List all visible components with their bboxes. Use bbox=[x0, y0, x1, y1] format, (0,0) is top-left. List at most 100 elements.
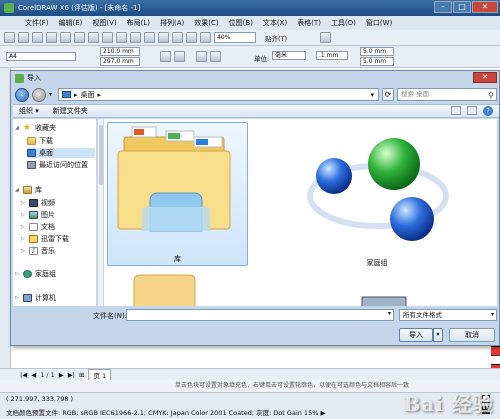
expand-icon[interactable]: ▷ bbox=[21, 212, 26, 218]
refresh-button[interactable]: ⟳ bbox=[382, 88, 394, 101]
duplicate-x-field[interactable]: 5.0 mm bbox=[360, 47, 394, 56]
collapse-icon[interactable]: ◢ bbox=[15, 187, 20, 193]
nudge-distance-field[interactable]: .1 mm bbox=[316, 51, 348, 60]
snap-to-dropdown[interactable]: 贴齐(T) bbox=[265, 33, 287, 43]
maximize-button[interactable]: □ bbox=[453, 1, 471, 13]
menu-tools[interactable]: 工具(O) bbox=[326, 18, 361, 28]
page-tab[interactable]: 页 1 bbox=[88, 368, 112, 381]
open-icon[interactable] bbox=[18, 32, 29, 43]
menu-layout[interactable]: 布局(L) bbox=[122, 18, 155, 28]
undo-icon[interactable] bbox=[102, 32, 113, 43]
import-options-dropdown-icon[interactable]: ▾ bbox=[433, 328, 443, 342]
new-folder-button[interactable]: 新建文件夹 bbox=[53, 106, 88, 116]
close-window-button[interactable]: ✕ bbox=[472, 1, 498, 13]
collapse-icon[interactable]: ◢ bbox=[15, 125, 20, 131]
address-bar[interactable]: ▸ 桌面 ▸ ▾ bbox=[58, 88, 379, 101]
expand-icon[interactable]: ▷ bbox=[21, 200, 26, 206]
expand-icon[interactable]: ▷ bbox=[15, 271, 20, 277]
menu-window[interactable]: 窗口(W) bbox=[361, 18, 397, 28]
cut-icon[interactable] bbox=[60, 32, 71, 43]
nav-libraries[interactable]: ◢ 库 bbox=[15, 185, 42, 195]
address-dropdown-icon[interactable]: ▾ bbox=[370, 91, 374, 99]
menu-arrange[interactable]: 排列(A) bbox=[155, 18, 189, 28]
add-page-icon[interactable]: ⊞ bbox=[79, 371, 84, 379]
nav-recent[interactable]: 最近访问的位置 bbox=[27, 160, 88, 170]
nav-scrollbar[interactable] bbox=[97, 119, 103, 306]
search-input[interactable]: 搜索 桌面 ⚲ bbox=[397, 88, 497, 101]
search-content-icon[interactable] bbox=[130, 32, 141, 43]
units-select[interactable]: 毫米 bbox=[272, 51, 306, 60]
first-page-icon[interactable]: |◀ bbox=[20, 371, 27, 379]
breadcrumb-arrow-icon[interactable]: ▸ bbox=[74, 91, 78, 99]
print-icon[interactable] bbox=[46, 32, 57, 43]
breadcrumb-arrow-icon[interactable]: ▸ bbox=[98, 91, 102, 99]
nav-desktop[interactable]: 桌面 bbox=[27, 148, 95, 158]
last-page-icon[interactable]: ▶| bbox=[68, 371, 75, 379]
duplicate-y-field[interactable]: 5.0 mm bbox=[360, 57, 394, 66]
search-icon[interactable]: ⚲ bbox=[488, 90, 494, 101]
welcome-screen-icon[interactable] bbox=[200, 32, 211, 43]
application-launcher-icon[interactable] bbox=[186, 32, 197, 43]
menu-file[interactable]: 文件(F) bbox=[20, 18, 54, 28]
menu-table[interactable]: 表格(T) bbox=[292, 18, 326, 28]
history-dropdown-icon[interactable]: ▾ bbox=[49, 91, 55, 98]
help-icon[interactable]: ? bbox=[483, 106, 493, 116]
import-icon[interactable] bbox=[144, 32, 155, 43]
nav-music[interactable]: ▷ ♪ 音乐 bbox=[21, 246, 55, 256]
nav-computer[interactable]: ▷ 计算机 bbox=[15, 293, 56, 303]
folder-item[interactable] bbox=[129, 271, 199, 306]
scrollbar-thumb[interactable] bbox=[99, 125, 103, 185]
filetype-dropdown-icon[interactable]: ▾ bbox=[491, 310, 494, 320]
address-location[interactable]: 桌面 bbox=[81, 90, 95, 100]
nav-documents[interactable]: ▷ 文档 bbox=[21, 222, 55, 232]
nav-downloads[interactable]: 下载 bbox=[27, 136, 53, 146]
all-pages-icon[interactable] bbox=[196, 51, 207, 62]
options-icon[interactable] bbox=[320, 32, 332, 43]
cancel-button[interactable]: 取消 bbox=[449, 328, 495, 342]
expand-icon[interactable]: ▷ bbox=[21, 224, 26, 230]
menu-bitmaps[interactable]: 位图(B) bbox=[224, 18, 258, 28]
next-page-icon[interactable]: ▶ bbox=[59, 371, 64, 379]
zoom-level-field[interactable]: 40% bbox=[214, 32, 256, 43]
portrait-icon[interactable] bbox=[160, 51, 171, 62]
expand-icon[interactable]: ▷ bbox=[15, 295, 20, 301]
view-options-icon[interactable] bbox=[451, 106, 461, 115]
expand-icon[interactable]: ▷ bbox=[21, 248, 26, 254]
import-button[interactable]: 导入 bbox=[399, 328, 433, 342]
menu-effects[interactable]: 效果(C) bbox=[189, 18, 223, 28]
forward-button[interactable]: › bbox=[32, 87, 46, 102]
menu-view[interactable]: 视图(V) bbox=[87, 18, 121, 28]
dialog-close-button[interactable]: ✕ bbox=[473, 72, 497, 83]
current-page-icon[interactable] bbox=[210, 51, 221, 62]
expand-icon[interactable]: ▷ bbox=[21, 236, 26, 242]
prev-page-icon[interactable]: ◀ bbox=[31, 371, 36, 379]
nav-pictures[interactable]: ▷ 图片 bbox=[21, 210, 55, 220]
page-width-field[interactable]: 210.0 mm bbox=[100, 47, 140, 56]
organize-button[interactable]: 组织 ▾ bbox=[19, 106, 39, 116]
filename-input[interactable]: ▾ bbox=[126, 309, 394, 321]
paste-icon[interactable] bbox=[88, 32, 99, 43]
library-item[interactable]: 库 bbox=[107, 122, 248, 266]
new-document-icon[interactable] bbox=[4, 32, 15, 43]
publish-pdf-icon[interactable] bbox=[172, 32, 183, 43]
back-button[interactable]: ‹ bbox=[15, 87, 29, 102]
page-size-select[interactable]: A4 bbox=[6, 52, 76, 61]
save-icon[interactable] bbox=[32, 32, 43, 43]
preview-pane-icon[interactable] bbox=[467, 106, 477, 115]
redo-icon[interactable] bbox=[116, 32, 127, 43]
filetype-select[interactable]: 所有文件格式 ▾ bbox=[399, 309, 497, 321]
minimize-button[interactable]: – bbox=[434, 1, 452, 13]
menu-text[interactable]: 文本(X) bbox=[258, 18, 292, 28]
homegroup-item[interactable]: 家庭组 bbox=[302, 124, 452, 268]
nav-favorites[interactable]: ◢ ★ 收藏夹 bbox=[15, 123, 56, 133]
export-icon[interactable] bbox=[158, 32, 169, 43]
color-profile-info[interactable]: 文档颜色预置文件: RGB: sRGB IEC61966-2.1; CMYK: … bbox=[6, 407, 325, 417]
nav-xunlei[interactable]: ▷ 迅雷下载 bbox=[21, 234, 69, 244]
menu-edit[interactable]: 编辑(E) bbox=[54, 18, 88, 28]
copy-icon[interactable] bbox=[74, 32, 85, 43]
filename-dropdown-icon[interactable]: ▾ bbox=[388, 310, 391, 317]
nav-homegroup[interactable]: ▷ 家庭组 bbox=[15, 269, 56, 279]
computer-item[interactable] bbox=[352, 291, 422, 306]
landscape-icon[interactable] bbox=[174, 51, 185, 62]
page-height-field[interactable]: 297.0 mm bbox=[100, 57, 140, 66]
